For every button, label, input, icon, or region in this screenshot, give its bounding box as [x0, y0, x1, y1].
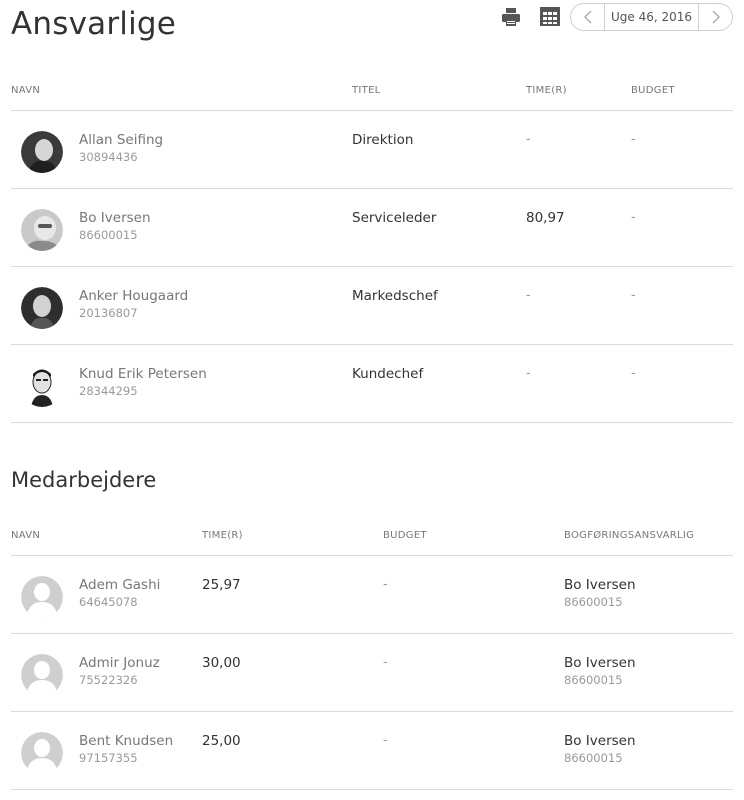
column-header-budget: BUDGET — [631, 85, 675, 96]
column-header-hours: TIME(R) — [526, 85, 567, 96]
avatar-placeholder-icon — [21, 576, 63, 618]
responsible-number: 86600015 — [564, 751, 623, 765]
week-label: Uge 46, 2016 — [610, 10, 693, 24]
person-hours: - — [526, 366, 531, 381]
previous-week-button[interactable] — [571, 4, 605, 30]
divider — [11, 266, 733, 267]
person-number: 30894436 — [79, 150, 138, 164]
avatar — [21, 131, 63, 173]
column-header-budget: BUDGET — [383, 530, 427, 541]
avatar-placeholder-icon — [21, 654, 63, 696]
person-hours: - — [526, 288, 531, 303]
person-budget: - — [383, 733, 388, 748]
person-name[interactable]: Allan Seifing — [79, 132, 163, 148]
person-budget: - — [631, 210, 636, 225]
person-name[interactable]: Bent Knudsen — [79, 733, 173, 749]
column-header-title: TITEL — [352, 85, 381, 96]
calendar-grid-icon[interactable] — [539, 6, 561, 27]
person-number: 64645078 — [79, 595, 138, 609]
person-name[interactable]: Admir Jonuz — [79, 655, 160, 671]
responsible-number: 86600015 — [564, 673, 623, 687]
print-icon[interactable] — [500, 7, 522, 27]
responsible-name[interactable]: Bo Iversen — [564, 655, 636, 671]
person-name[interactable]: Adem Gashi — [79, 577, 160, 593]
divider — [11, 344, 733, 345]
person-budget: - — [631, 288, 636, 303]
person-budget: - — [631, 366, 636, 381]
divider — [11, 789, 733, 790]
next-week-button[interactable] — [698, 4, 732, 30]
divider — [11, 110, 733, 111]
column-header-hours: TIME(R) — [202, 530, 243, 541]
week-selector: Uge 46, 2016 — [570, 3, 733, 31]
page-title: Ansvarlige — [11, 6, 177, 42]
person-name[interactable]: Knud Erik Petersen — [79, 366, 207, 382]
person-budget: - — [383, 655, 388, 670]
person-number: 20136807 — [79, 306, 138, 320]
person-name[interactable]: Bo Iversen — [79, 210, 151, 226]
column-header-name: NAVN — [11, 530, 41, 541]
avatar — [21, 209, 63, 251]
person-hours: 80,97 — [526, 210, 565, 226]
column-header-name: NAVN — [11, 85, 41, 96]
column-header-responsible: BOGFØRINGSANSVARLIG — [564, 530, 695, 541]
divider — [11, 188, 733, 189]
responsible-number: 86600015 — [564, 595, 623, 609]
responsible-name[interactable]: Bo Iversen — [564, 733, 636, 749]
person-hours: 25,97 — [202, 577, 241, 593]
avatar — [21, 365, 63, 407]
person-hours: 30,00 — [202, 655, 241, 671]
divider — [11, 422, 733, 423]
section-title: Medarbejdere — [11, 468, 157, 492]
divider — [11, 633, 733, 634]
person-name[interactable]: Anker Hougaard — [79, 288, 188, 304]
person-number: 75522326 — [79, 673, 138, 687]
person-title: Kundechef — [352, 366, 424, 382]
person-number: 86600015 — [79, 228, 138, 242]
person-number: 28344295 — [79, 384, 138, 398]
person-title: Direktion — [352, 132, 414, 148]
person-number: 97157355 — [79, 751, 138, 765]
person-hours: - — [526, 132, 531, 147]
chevron-left-icon — [583, 10, 591, 24]
divider — [11, 555, 733, 556]
person-budget: - — [383, 577, 388, 592]
responsible-name[interactable]: Bo Iversen — [564, 577, 636, 593]
avatar — [21, 287, 63, 329]
person-budget: - — [631, 132, 636, 147]
divider — [11, 711, 733, 712]
chevron-right-icon — [712, 10, 720, 24]
person-title: Serviceleder — [352, 210, 437, 226]
person-title: Markedschef — [352, 288, 438, 304]
person-hours: 25,00 — [202, 733, 241, 749]
avatar-placeholder-icon — [21, 732, 63, 774]
